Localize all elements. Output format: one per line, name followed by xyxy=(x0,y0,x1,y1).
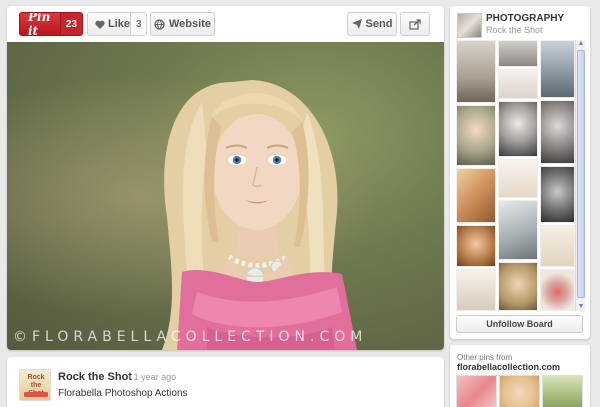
board-thumbnail[interactable] xyxy=(498,262,538,311)
board-thumbnail[interactable] xyxy=(540,100,575,164)
paper-plane-icon xyxy=(351,19,362,29)
like-main: Like xyxy=(88,18,130,30)
board-thumbnail[interactable] xyxy=(456,105,496,166)
board-thumbnail[interactable] xyxy=(540,166,575,223)
board-avatar[interactable] xyxy=(457,13,482,38)
other-pins-caption: Other pins from xyxy=(457,353,513,362)
other-pin-thumbnail[interactable] xyxy=(542,375,583,407)
unfollow-board-button[interactable]: Unfollow Board xyxy=(456,315,583,333)
like-label: Like xyxy=(108,18,131,30)
board-thumbnail[interactable] xyxy=(456,168,496,223)
pin-count: 23 xyxy=(59,13,82,35)
send-button[interactable]: Send xyxy=(347,12,397,36)
pin-description: Florabella Photoshop Actions xyxy=(58,388,188,399)
pin-toolbar: Pin it 23 Like 3 Website Send xyxy=(7,6,444,42)
website-button[interactable]: Website xyxy=(150,12,215,36)
scroll-up-icon[interactable]: ▲ xyxy=(576,40,586,48)
share-button[interactable] xyxy=(400,12,430,36)
board-title-link[interactable]: PHOTOGRAPHY xyxy=(486,13,564,24)
avatar-tag xyxy=(24,392,48,397)
scroll-down-icon[interactable]: ▼ xyxy=(576,303,586,311)
pin-it-button[interactable]: Pin it 23 xyxy=(19,12,83,36)
board-thumbnail[interactable] xyxy=(540,225,575,267)
heart-icon xyxy=(95,20,105,29)
share-icon xyxy=(409,18,421,30)
board-owner-link[interactable]: Rock the Shot xyxy=(486,25,543,35)
board-card: PHOTOGRAPHY Rock the Shot ▲ ▼ Unfollow B… xyxy=(450,6,590,339)
pin-photo[interactable]: ©FLORABELLACOLLECTION.COM xyxy=(7,42,444,350)
pinner-name-link[interactable]: Rock the Shot xyxy=(58,371,132,383)
other-pin-thumbnail[interactable] xyxy=(499,375,540,407)
board-scrollbar[interactable]: ▲ ▼ xyxy=(575,40,585,311)
board-thumbnail[interactable] xyxy=(456,40,496,103)
other-pin-thumbnail[interactable] xyxy=(456,375,497,407)
board-thumbnail[interactable] xyxy=(498,101,538,157)
board-thumbnail[interactable] xyxy=(456,225,496,267)
like-count: 3 xyxy=(130,13,146,35)
board-thumbnail[interactable] xyxy=(498,69,538,99)
other-pins-source-link[interactable]: florabellacollection.com xyxy=(457,362,560,372)
send-label: Send xyxy=(365,18,393,30)
like-button[interactable]: Like 3 xyxy=(87,12,147,36)
pin-description-card: Rock the Shot Rock the Shot • 1 year ago… xyxy=(7,357,444,407)
board-thumbnail[interactable] xyxy=(540,40,575,98)
other-pins-card: Other pins from florabellacollection.com xyxy=(450,345,590,407)
scroll-thumb[interactable] xyxy=(577,50,585,298)
pin-it-label: Pin it xyxy=(28,12,51,36)
pin-card: Pin it 23 Like 3 Website Send ©FLORABELL… xyxy=(7,6,444,350)
board-thumbnail[interactable] xyxy=(540,269,575,311)
pinner-avatar[interactable]: Rock the Shot xyxy=(19,369,51,401)
website-label: Website xyxy=(169,18,211,30)
board-thumbnail[interactable] xyxy=(498,40,538,67)
board-thumbnail[interactable] xyxy=(456,269,496,311)
portrait-illustration xyxy=(162,80,357,350)
board-thumbnail-grid xyxy=(456,40,575,311)
board-thumbnail[interactable] xyxy=(498,200,538,260)
pin-timestamp: • 1 year ago xyxy=(128,372,177,382)
photo-watermark: ©FLORABELLACOLLECTION.COM xyxy=(13,329,368,345)
globe-icon xyxy=(154,18,165,30)
board-thumbnail[interactable] xyxy=(498,159,538,198)
